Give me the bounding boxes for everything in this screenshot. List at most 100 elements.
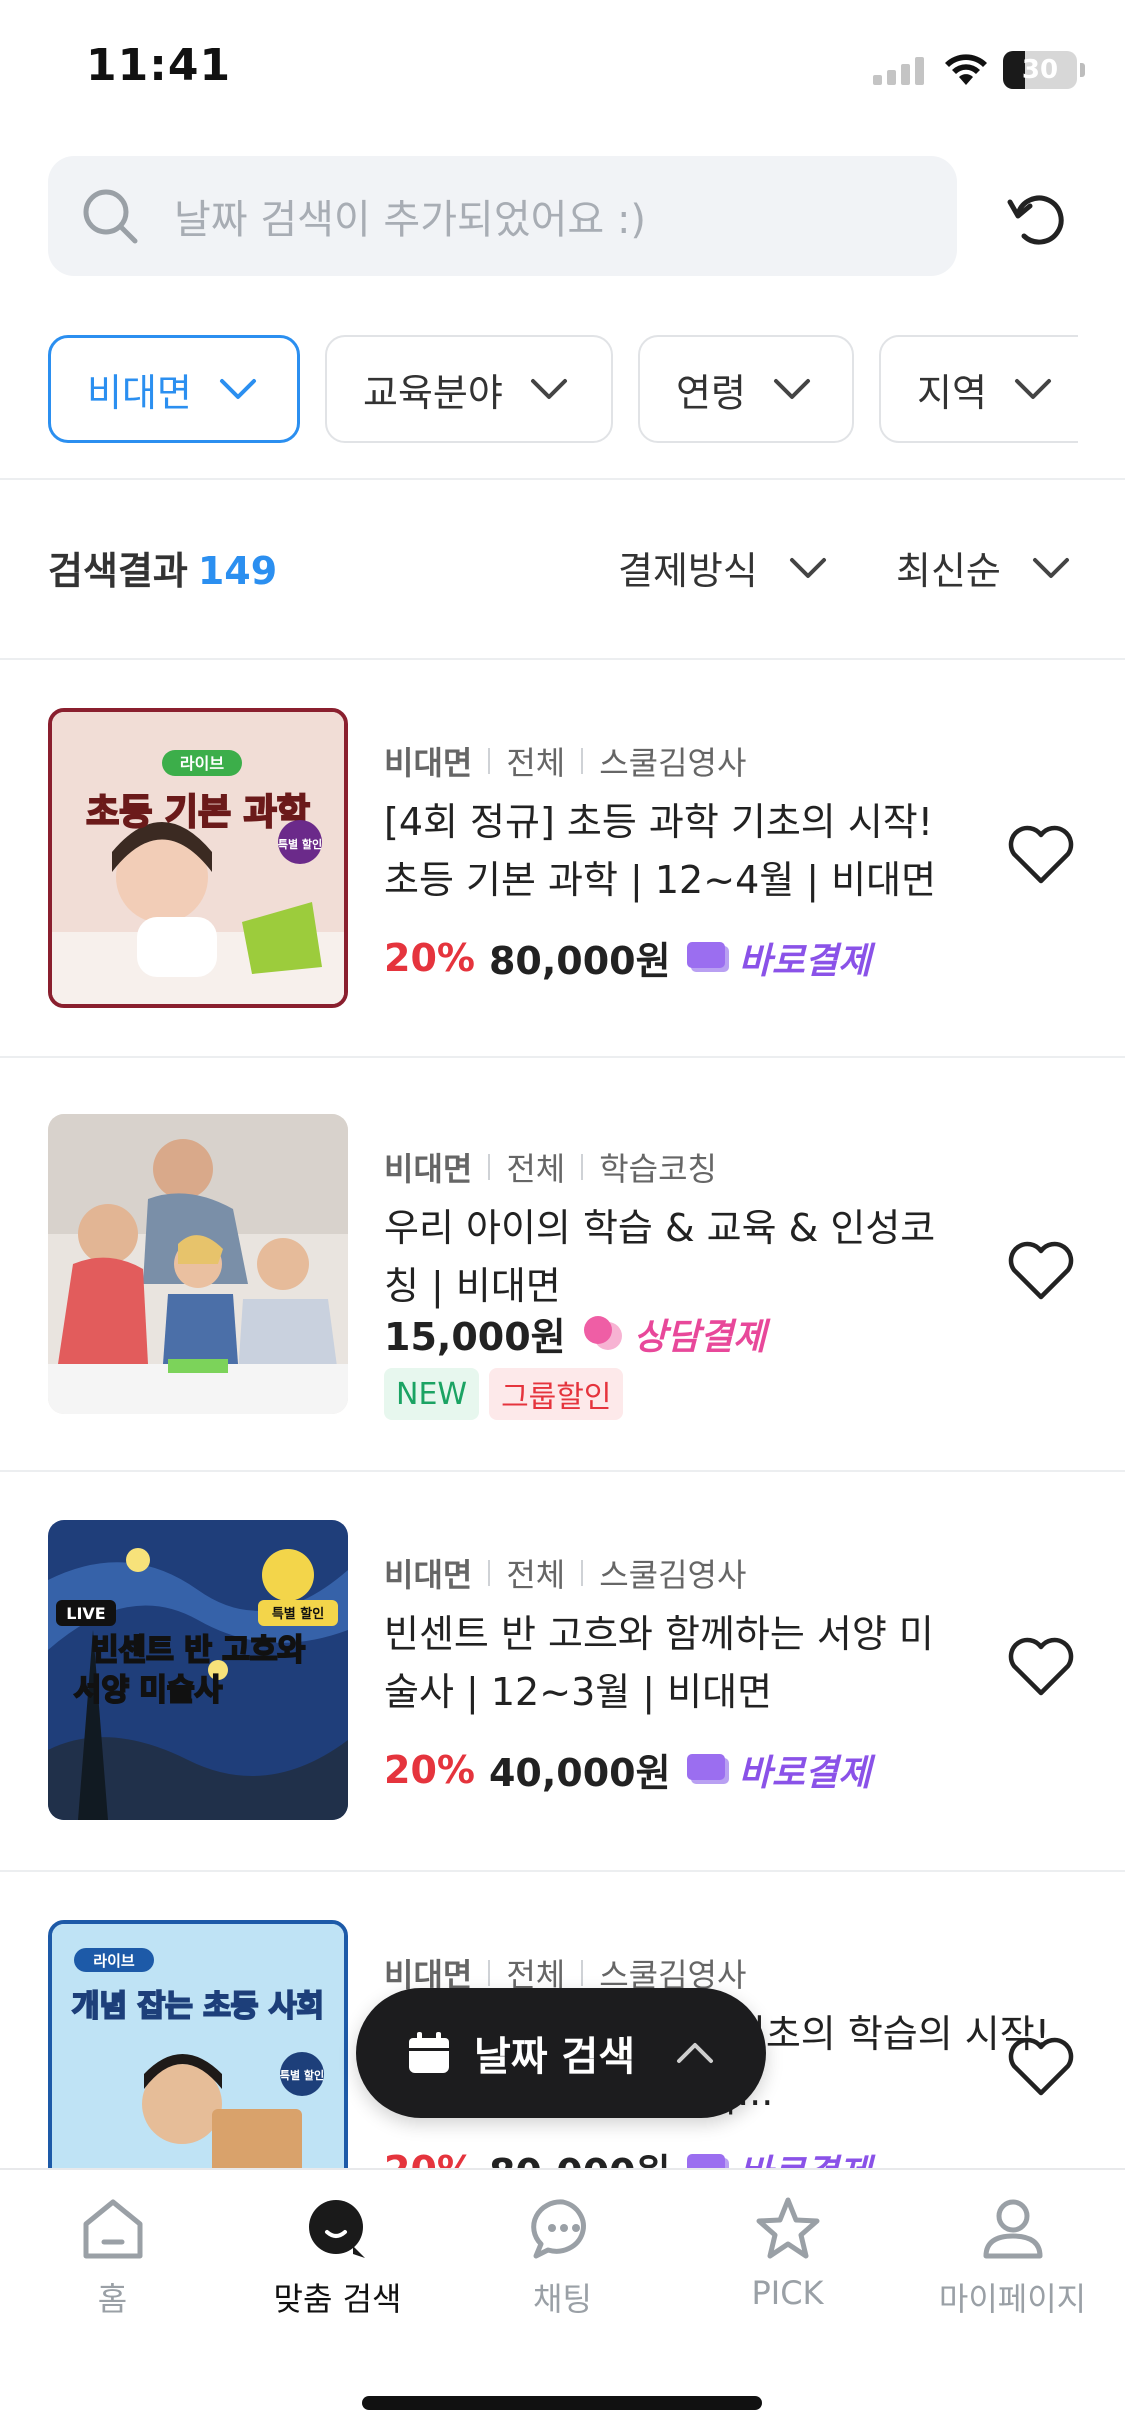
payment-type: 상담결제 (582, 1308, 766, 1360)
heart-icon[interactable] (1006, 1239, 1076, 1303)
status-time: 11:41 (86, 40, 232, 91)
chevron-down-icon (1032, 557, 1069, 578)
battery-icon: 30 (1003, 51, 1077, 89)
card-icon (686, 941, 729, 972)
item-thumbnail (48, 1114, 348, 1414)
thumb-headline: 빈센트 반 고흐와 (91, 1633, 305, 1668)
heart-icon[interactable] (1006, 823, 1076, 887)
cellular-signal-icon (873, 57, 924, 85)
filter-chip-label: 지역 (917, 370, 987, 415)
date-search-label: 날짜 검색 (474, 2034, 636, 2080)
nav-item-home[interactable]: 홈 (0, 2194, 225, 2320)
thumb-headline: 서양 미술사 (74, 1673, 223, 1708)
item-price: 80,000원 (489, 2142, 671, 2168)
item-thumbnail: LIVE 특별 할인 빈센트 반 고흐와 서양 미술사 (48, 1520, 348, 1820)
item-discount: 20% (384, 935, 475, 980)
thumb-badge: 라이브 (93, 1952, 135, 1970)
tag-group-discount: 그룹할인 (489, 1368, 624, 1420)
thumb-sticker: 특별 할인 (272, 1606, 324, 1622)
battery-tip (1080, 63, 1085, 77)
custom-search-icon (308, 2200, 365, 2258)
status-bar: 11:41 30 (0, 0, 1125, 140)
item-thumbnail-image: 라이브 개념 잡는 초등 사회 특별 할인 (52, 1924, 344, 2168)
meta-divider (488, 1960, 491, 1986)
payment-method-label: 결제방식 (618, 549, 758, 593)
meta-divider (488, 1560, 491, 1586)
chat-icon (530, 2199, 586, 2259)
payment-method-dropdown[interactable]: 결제방식 (618, 540, 830, 595)
profile-icon (983, 2199, 1042, 2259)
refresh-button[interactable] (1000, 180, 1076, 256)
list-item[interactable]: 비대면 전체 학습코칭 우리 아이의 학습 & 교육 & 인성코칭 | 비대면 … (0, 1114, 1125, 1474)
item-thumbnail-image: 라이브 초등 기본 과학 특별 할인 (52, 712, 344, 1004)
thumb-headline: 초등 기본 과학 (86, 792, 310, 833)
chat-bubble-icon (583, 1315, 622, 1350)
results-label: 검색결과 (48, 549, 188, 593)
sort-dropdown[interactable]: 최신순 (896, 540, 1073, 595)
item-mode: 비대면 (384, 744, 473, 782)
item-discount: 20% (384, 1747, 475, 1792)
item-target: 전체 (506, 1150, 566, 1188)
item-price-row: 20% 40,000원 바로결제 (384, 1742, 871, 1797)
chevron-down-icon (789, 557, 826, 578)
item-price: 40,000원 (488, 1751, 671, 1795)
heart-icon[interactable] (1006, 2035, 1076, 2099)
item-price-row: 15,000원 상담결제 (384, 1306, 766, 1361)
payment-type-label: 바로결제 (739, 2144, 871, 2169)
search-icon (83, 189, 138, 244)
refresh-icon (1007, 195, 1064, 245)
nav-item-custom-search[interactable]: 맞춤 검색 (225, 2194, 450, 2320)
results-summary: 검색결과 149 (48, 540, 277, 595)
divider (0, 1870, 1125, 1872)
list-item[interactable]: LIVE 특별 할인 빈센트 반 고흐와 서양 미술사 비대면 전체 스쿨김영사… (0, 1520, 1125, 1870)
filter-chip-label: 비대면 (87, 370, 192, 415)
meta-divider (581, 1960, 584, 1986)
list-item[interactable]: 라이브 초등 기본 과학 특별 할인 비대면 전체 스쿨김영사 [4회 정규] … (0, 708, 1125, 1054)
battery-percentage: 30 (1021, 55, 1059, 85)
chevron-down-icon (219, 379, 256, 399)
filter-chips: 비대면 교육분야 연령 지역 (48, 335, 1078, 443)
nav-label: 마이페이지 (938, 2280, 1087, 2318)
heart-icon[interactable] (1006, 1635, 1076, 1699)
filter-chip-online[interactable]: 비대면 (48, 335, 300, 443)
item-tags: NEW 그룹할인 (384, 1368, 624, 1420)
divider (0, 478, 1125, 480)
nav-label: 홈 (97, 2280, 128, 2318)
card-icon (686, 1753, 729, 1784)
item-discount: 20% (384, 2148, 475, 2169)
item-price: 15,000원 (384, 1315, 566, 1359)
meta-divider (488, 748, 491, 774)
payment-type: 바로결제 (686, 932, 871, 984)
payment-type-label: 바로결제 (738, 1752, 872, 1794)
calendar-icon (409, 2032, 449, 2073)
thumb-badge: LIVE (66, 1604, 105, 1623)
item-provider: 학습코칭 (599, 1150, 717, 1188)
thumb-sticker: 특별 할인 (280, 2068, 324, 2082)
thumb-headline: 개념 잡는 초등 사회 (72, 1989, 324, 2024)
nav-label: 맞춤 검색 (273, 2280, 402, 2318)
search-input[interactable]: 날짜 검색이 추가되었어요 :) (48, 156, 957, 276)
results-count: 149 (197, 549, 278, 593)
wifi-icon (945, 54, 987, 85)
nav-item-chat[interactable]: 채팅 (450, 2194, 675, 2320)
item-title[interactable]: [4회 정규] 초등 과학 기초의 시작! 초등 기본 과학 | 12~4월 |… (384, 793, 964, 909)
chevron-down-icon (1014, 379, 1051, 399)
home-indicator (362, 2396, 762, 2410)
filter-chip-region[interactable]: 지역 (879, 335, 1078, 443)
item-target: 전체 (506, 1556, 566, 1594)
item-meta: 비대면 전체 스쿨김영사 (384, 1550, 746, 1596)
filter-chip-age[interactable]: 연령 (638, 335, 854, 443)
item-title[interactable]: 우리 아이의 학습 & 교육 & 인성코칭 | 비대면 (384, 1199, 964, 1315)
thumb-sticker: 특별 할인 (278, 837, 322, 851)
status-icons: 30 (873, 48, 1085, 92)
item-mode: 비대면 (384, 1150, 473, 1188)
item-title[interactable]: 빈센트 반 고흐와 함께하는 서양 미술사 | 12~3월 | 비대면 (384, 1605, 964, 1721)
date-search-button[interactable]: 날짜 검색 (356, 1988, 766, 2118)
nav-item-pick[interactable]: PICK (675, 2194, 900, 2312)
nav-item-mypage[interactable]: 마이페이지 (900, 2194, 1125, 2320)
search-placeholder: 날짜 검색이 추가되었어요 :) (174, 197, 647, 243)
filter-chip-field[interactable]: 교육분야 (325, 335, 613, 443)
item-provider: 스쿨김영사 (599, 744, 747, 782)
item-meta: 비대면 전체 학습코칭 (384, 1144, 717, 1190)
nav-label: PICK (751, 2274, 824, 2312)
